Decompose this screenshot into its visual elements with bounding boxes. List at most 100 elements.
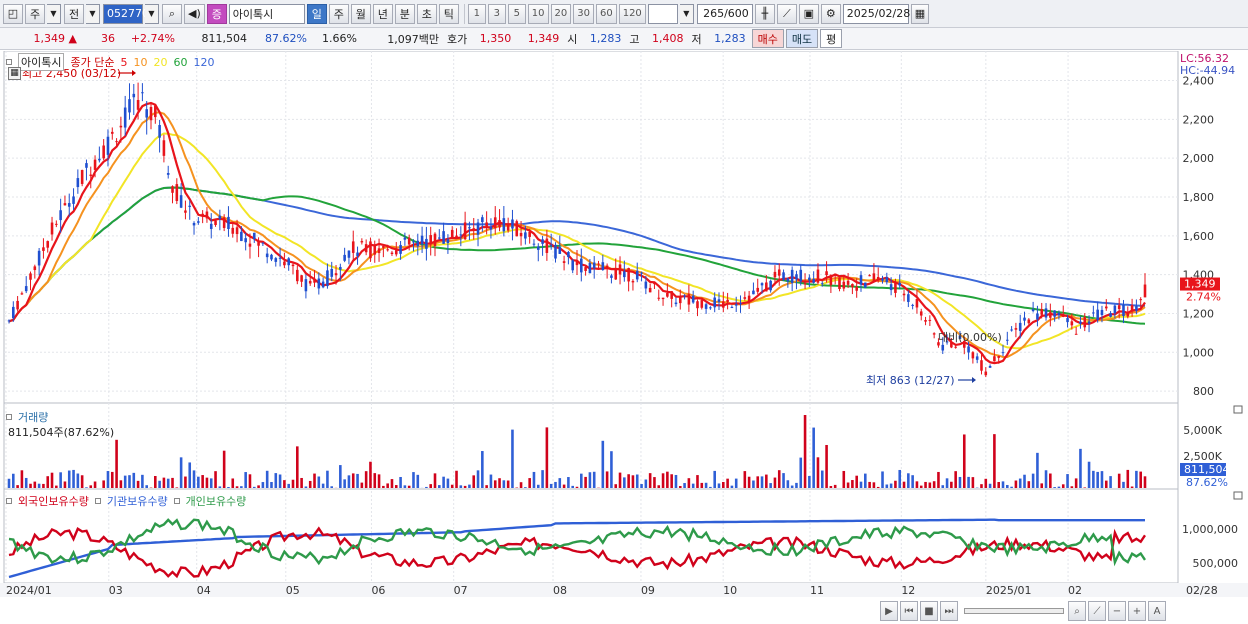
minute-tab-20[interactable]: 20 <box>551 4 572 24</box>
panel-box-icon[interactable] <box>6 59 12 65</box>
candle-body <box>834 274 837 276</box>
candle-body <box>55 224 58 225</box>
volume-bar <box>313 474 316 488</box>
stock-chart[interactable]: 2,4002,2002,0001,8001,6001,4001,2001,000… <box>0 51 1248 621</box>
turnover-rate: 1.66% <box>311 30 361 48</box>
minute-tab-1[interactable]: 1 <box>468 4 486 24</box>
volume-bar <box>993 434 996 488</box>
candle-body <box>348 251 351 258</box>
last-page-icon[interactable]: ⏭ <box>940 601 958 621</box>
panel-box-icon[interactable] <box>95 498 101 504</box>
volume-bar <box>817 457 820 488</box>
candle-body <box>1088 321 1091 323</box>
period-tab-1[interactable]: 주 <box>329 4 349 24</box>
minute-tab-30[interactable]: 30 <box>573 4 594 24</box>
chevron-down-icon[interactable]: ▼ <box>145 4 159 24</box>
stock-name-field[interactable]: 아이톡시 <box>229 4 305 24</box>
chart-area[interactable]: 2,4002,2002,0001,8001,6001,4001,2001,000… <box>0 51 1248 621</box>
chevron-down-icon[interactable]: ▼ <box>47 4 61 24</box>
first-page-icon[interactable]: ⏮ <box>900 601 918 621</box>
custom-interval-input[interactable] <box>648 4 678 24</box>
buy-button[interactable]: 매수 <box>752 29 784 48</box>
minute-tab-3[interactable]: 3 <box>488 4 506 24</box>
stop-icon[interactable]: ■ <box>920 601 938 621</box>
font-size-icon[interactable]: A <box>1148 601 1166 621</box>
volume-bar <box>42 484 45 488</box>
volume-bar <box>1010 487 1013 488</box>
period-tab-3[interactable]: 년 <box>373 4 393 24</box>
sell-button[interactable]: 매도 <box>786 29 818 48</box>
candle-body <box>197 221 200 223</box>
search-icon[interactable]: ⌕ <box>162 4 182 24</box>
holdings-tick-label: 500,000 <box>1193 557 1239 570</box>
candle-body <box>223 217 226 227</box>
speaker-icon[interactable]: ◀) <box>184 4 205 24</box>
bar-count-field[interactable]: 265/600 <box>697 4 753 24</box>
zoom-out-icon[interactable]: − <box>1108 601 1126 621</box>
period-tab-5[interactable]: 초 <box>417 4 437 24</box>
volume-bar <box>1096 472 1099 488</box>
calendar-icon[interactable]: ▦ <box>911 4 929 24</box>
save-icon[interactable]: ▣ <box>799 4 819 24</box>
period-tab-6[interactable]: 틱 <box>439 4 459 24</box>
candle-icon[interactable]: ╫ <box>755 4 775 24</box>
line-tool-icon[interactable]: ⟋ <box>1088 601 1106 621</box>
candle-body <box>645 282 648 289</box>
panel-maximize-icon[interactable] <box>1234 492 1242 499</box>
candle-body <box>507 223 510 230</box>
candle-body <box>688 294 691 305</box>
candle-body <box>705 304 708 309</box>
volume-bar <box>442 477 445 488</box>
volume-bar <box>339 465 342 488</box>
period-tab-0[interactable]: 일 <box>307 4 327 24</box>
period-tab-4[interactable]: 분 <box>395 4 415 24</box>
candle-body <box>1010 330 1013 331</box>
minute-tab-60[interactable]: 60 <box>596 4 617 24</box>
candle-body <box>1062 314 1065 317</box>
price-panel-frame <box>4 51 1178 403</box>
chevron-down-icon[interactable]: ▼ <box>680 4 694 24</box>
low-annotation: 최저 863 (12/27) <box>866 374 955 387</box>
candle-body <box>855 287 858 291</box>
trade-amount: 1,097백만 <box>361 30 443 48</box>
minute-tab-10[interactable]: 10 <box>528 4 549 24</box>
evaluate-button[interactable]: 평 <box>820 29 842 48</box>
volume-bar <box>365 471 368 488</box>
volume-bar <box>533 472 536 488</box>
window-icon[interactable]: ◰ <box>3 4 23 24</box>
line-tool-icon[interactable]: ⟋ <box>777 4 797 24</box>
candle-body <box>1144 285 1147 298</box>
price-type-select[interactable]: 전 <box>64 4 84 24</box>
panel-box-icon[interactable] <box>174 498 180 504</box>
minute-tab-5[interactable]: 5 <box>508 4 526 24</box>
chevron-down-icon[interactable]: ▼ <box>86 4 100 24</box>
zoom-in-icon[interactable]: + <box>1128 601 1146 621</box>
x-axis-label: 08 <box>553 584 567 597</box>
stock-code-input[interactable]: 052770 <box>103 4 143 24</box>
open-price: 1,283 <box>581 30 625 48</box>
search-icon[interactable]: ⌕ <box>1068 601 1086 621</box>
market-select[interactable]: 주 <box>25 4 45 24</box>
scroll-right-icon[interactable]: ▶ <box>880 601 898 621</box>
panel-box-icon[interactable] <box>6 414 12 420</box>
volume-bar <box>627 474 630 488</box>
candle-body <box>214 221 217 225</box>
volume-bar <box>602 441 605 488</box>
candle-body <box>1032 309 1035 311</box>
volume-bar <box>623 477 626 488</box>
x-axis-label: 07 <box>454 584 468 597</box>
period-tab-2[interactable]: 월 <box>351 4 371 24</box>
panel-maximize-icon[interactable] <box>1234 406 1242 413</box>
volume-bar <box>481 451 484 488</box>
volume-bar <box>34 482 37 488</box>
volume-bar <box>188 462 191 488</box>
gear-icon[interactable]: ⚙ <box>821 4 841 24</box>
candle-body <box>231 228 234 234</box>
date-input[interactable]: 2025/02/28 <box>843 4 909 24</box>
zoom-slider[interactable] <box>964 608 1064 614</box>
candle-body <box>817 270 820 283</box>
calendar-icon[interactable]: ▦ <box>8 67 21 80</box>
price-tick-label: 2,000 <box>1183 152 1215 165</box>
panel-box-icon[interactable] <box>6 498 12 504</box>
minute-tab-120[interactable]: 120 <box>619 4 646 24</box>
